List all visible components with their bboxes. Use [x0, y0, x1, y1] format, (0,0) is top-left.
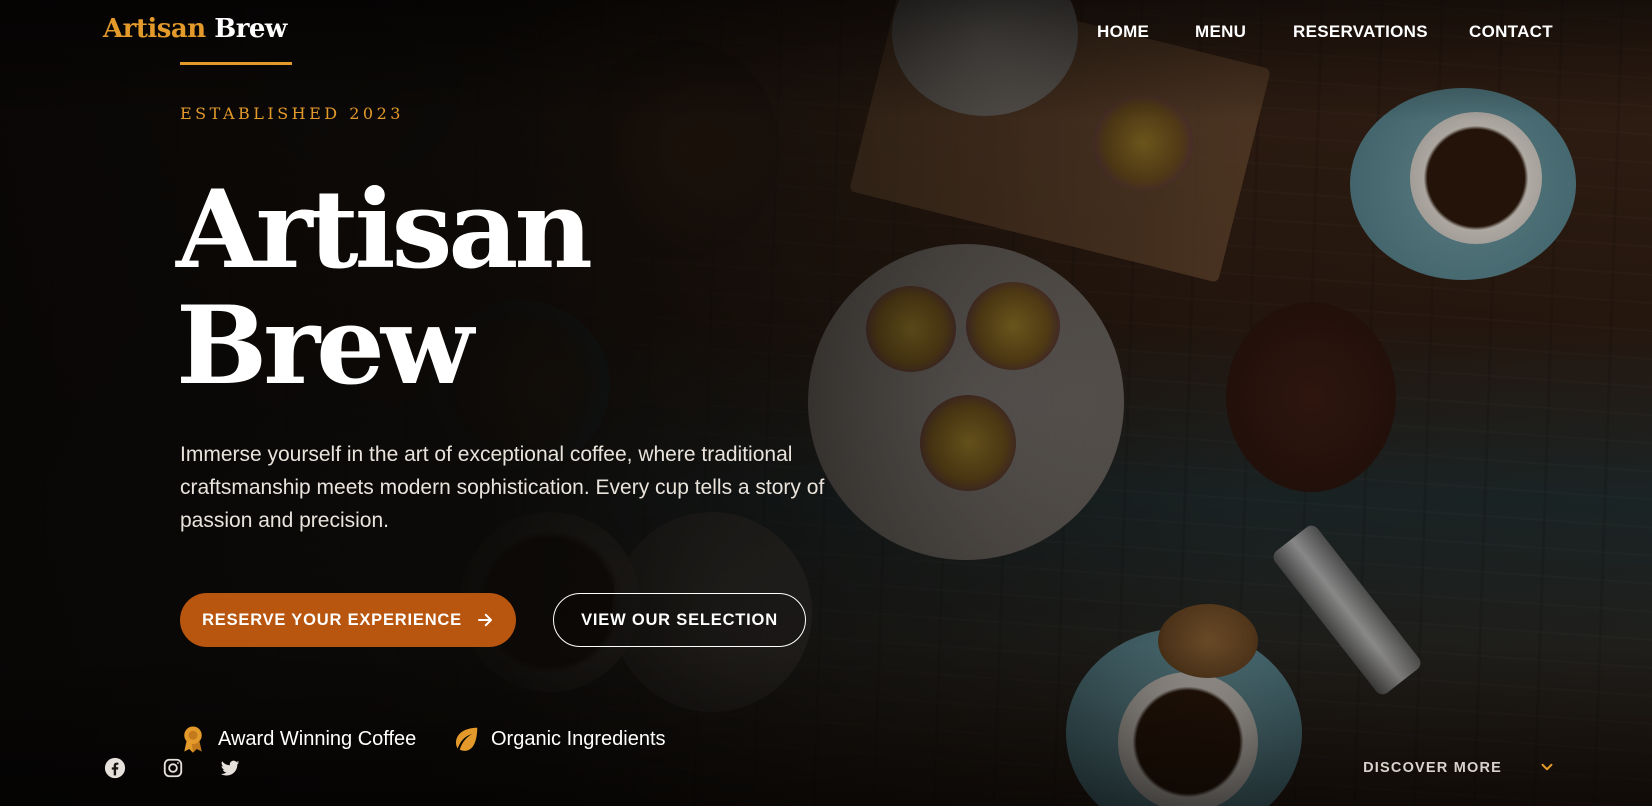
nav-menu[interactable]: MENU	[1195, 22, 1246, 42]
main-navigation: HOME MENU RESERVATIONS CONTACT	[0, 22, 1652, 52]
facebook-icon[interactable]	[104, 757, 126, 779]
nav-contact[interactable]: CONTACT	[1469, 22, 1553, 42]
discover-more-link[interactable]: DISCOVER MORE	[1363, 760, 1502, 776]
hero-title-line1: Artisan	[176, 167, 593, 293]
established-eyebrow: ESTABLISHED 2023	[180, 104, 404, 123]
hero-title: Artisan Brew	[176, 167, 593, 409]
reserve-button-label: RESERVE YOUR EXPERIENCE	[202, 610, 462, 629]
view-selection-label: VIEW OUR SELECTION	[581, 610, 778, 629]
arrow-right-icon	[477, 613, 492, 627]
hero-description: Immerse yourself in the art of exception…	[180, 443, 825, 532]
twitter-icon[interactable]	[219, 757, 241, 779]
nav-home[interactable]: HOME	[1097, 22, 1149, 42]
hero-title-line2: Brew	[176, 283, 474, 409]
instagram-icon[interactable]	[162, 757, 184, 779]
leaf-icon	[456, 727, 478, 751]
chevron-down-icon[interactable]	[1538, 758, 1556, 776]
logo-underline	[180, 62, 292, 65]
feature-organic: Organic Ingredients	[451, 724, 666, 754]
feature-organic-label: Organic Ingredients	[491, 727, 666, 750]
feature-award: Award Winning Coffee	[178, 724, 416, 754]
award-ribbon-icon	[184, 726, 202, 753]
reserve-experience-button[interactable]: RESERVE YOUR EXPERIENCE	[180, 593, 516, 647]
feature-award-label: Award Winning Coffee	[218, 727, 417, 750]
nav-reservations[interactable]: RESERVATIONS	[1293, 22, 1428, 42]
view-selection-button[interactable]: VIEW OUR SELECTION	[553, 593, 806, 647]
